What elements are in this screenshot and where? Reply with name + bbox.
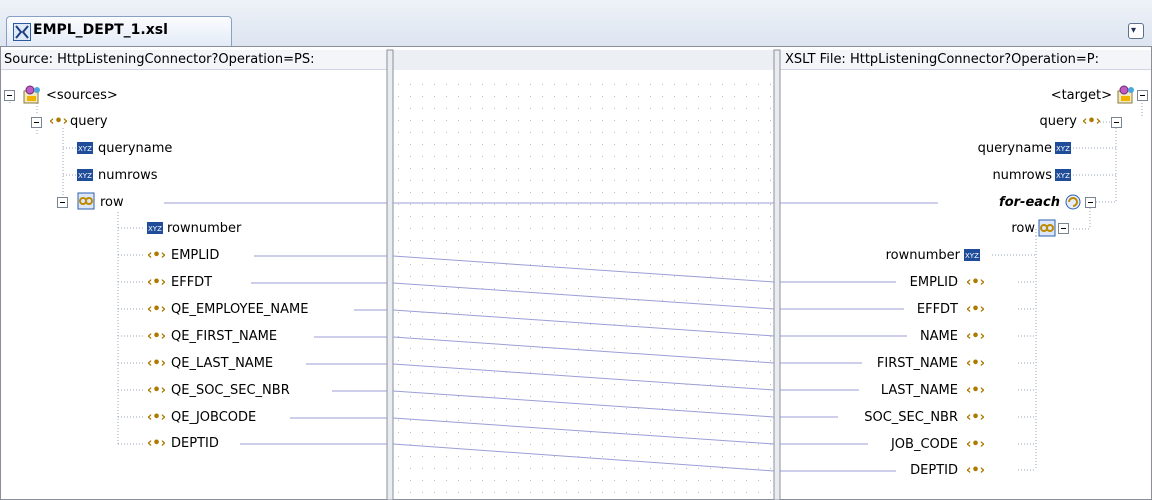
sources-root-label[interactable]: <sources> <box>46 88 118 104</box>
target-root-label[interactable]: <target> <box>1051 88 1112 104</box>
element-icon: ‹•› <box>49 114 69 129</box>
target-query-label[interactable]: query <box>1039 114 1077 130</box>
collapse-toggle-query[interactable] <box>31 117 43 129</box>
target-field-name[interactable]: NAME <box>920 329 958 345</box>
target-for-each-label[interactable]: for-each <box>999 195 1060 211</box>
source-field-qe-first-name[interactable]: QE_FIRST_NAME <box>171 329 277 345</box>
source-field-emplid[interactable]: EMPLID <box>171 248 219 264</box>
element-icon: ‹•› <box>1082 114 1102 129</box>
source-field-effdt[interactable]: EFFDT <box>171 275 212 291</box>
target-field-last-name[interactable]: LAST_NAME <box>881 383 958 399</box>
source-numrows-label[interactable]: numrows <box>98 168 158 184</box>
target-field-deptid[interactable]: DEPTID <box>910 463 958 479</box>
svg-text:XYZ: XYZ <box>148 225 162 233</box>
source-field-qe-employee-name[interactable]: QE_EMPLOYEE_NAME <box>171 302 308 318</box>
svg-text:XYZ: XYZ <box>1056 145 1070 153</box>
collapse-toggle-target-query[interactable] <box>1111 117 1123 129</box>
target-field-emplid[interactable]: EMPLID <box>910 275 958 291</box>
element-icon: ‹•› <box>966 410 986 425</box>
svg-text:XYZ: XYZ <box>78 145 92 153</box>
source-rownumber-label[interactable]: rownumber <box>167 221 241 237</box>
element-icon: ‹•› <box>966 275 986 290</box>
attribute-icon: XYZ <box>77 169 93 181</box>
element-icon: ‹•› <box>147 383 167 398</box>
element-icon: ‹•› <box>147 329 167 344</box>
target-field-job-code[interactable]: JOB_CODE <box>891 437 958 453</box>
element-icon: ‹•› <box>147 248 167 263</box>
source-field-qe-jobcode[interactable]: QE_JOBCODE <box>171 410 256 426</box>
sources-root-icon <box>23 85 40 104</box>
svg-text:XYZ: XYZ <box>965 252 979 260</box>
svg-text:XYZ: XYZ <box>1056 172 1070 180</box>
element-icon: ‹•› <box>966 383 986 398</box>
center-header <box>393 50 774 70</box>
attribute-icon: XYZ <box>1055 169 1071 181</box>
element-icon: ‹•› <box>147 436 167 451</box>
collapse-toggle-sources[interactable] <box>4 90 16 102</box>
element-icon: ‹•› <box>966 329 986 344</box>
right-splitter[interactable] <box>773 49 781 500</box>
left-splitter[interactable] <box>386 49 394 500</box>
source-queryname-label[interactable]: queryname <box>98 141 172 157</box>
attribute-icon: XYZ <box>1055 142 1071 154</box>
source-field-deptid[interactable]: DEPTID <box>171 436 219 452</box>
target-field-soc-sec-nbr[interactable]: SOC_SEC_NBR <box>864 410 958 426</box>
element-icon: ‹•› <box>966 356 986 371</box>
target-row-label[interactable]: row <box>1011 221 1035 237</box>
source-field-qe-soc-sec-nbr[interactable]: QE_SOC_SEC_NBR <box>171 383 290 399</box>
collapse-toggle-target[interactable] <box>1137 90 1149 102</box>
attribute-icon: XYZ <box>964 249 980 261</box>
center-dot-grid <box>393 75 774 500</box>
element-icon: ‹•› <box>147 302 167 317</box>
repeating-element-icon <box>77 192 95 210</box>
source-row-label[interactable]: row <box>100 195 124 211</box>
element-icon: ‹•› <box>147 275 167 290</box>
target-rownumber-label[interactable]: rownumber <box>886 248 960 264</box>
element-icon: ‹•› <box>966 302 986 317</box>
source-field-qe-last-name[interactable]: QE_LAST_NAME <box>171 356 273 372</box>
attribute-icon: XYZ <box>147 222 163 234</box>
element-icon: ‹•› <box>147 410 167 425</box>
target-field-effdt[interactable]: EFFDT <box>917 302 958 318</box>
target-numrows-label[interactable]: numrows <box>992 168 1052 184</box>
source-query-label[interactable]: query <box>70 114 108 130</box>
element-icon: ‹•› <box>966 463 986 478</box>
element-icon: ‹•› <box>147 356 167 371</box>
target-tree-lines <box>992 103 1143 471</box>
collapse-toggle-row[interactable] <box>57 197 69 209</box>
for-each-icon <box>1065 194 1081 210</box>
repeating-element-icon <box>1038 219 1056 237</box>
target-field-first-name[interactable]: FIRST_NAME <box>877 356 958 372</box>
attribute-icon: XYZ <box>77 142 93 154</box>
element-icon: ‹•› <box>966 437 986 452</box>
target-root-icon <box>1117 85 1134 104</box>
svg-text:XYZ: XYZ <box>78 172 92 180</box>
collapse-toggle-for-each[interactable] <box>1085 197 1097 209</box>
target-queryname-label[interactable]: queryname <box>978 141 1052 157</box>
collapse-toggle-target-row[interactable] <box>1058 223 1070 235</box>
